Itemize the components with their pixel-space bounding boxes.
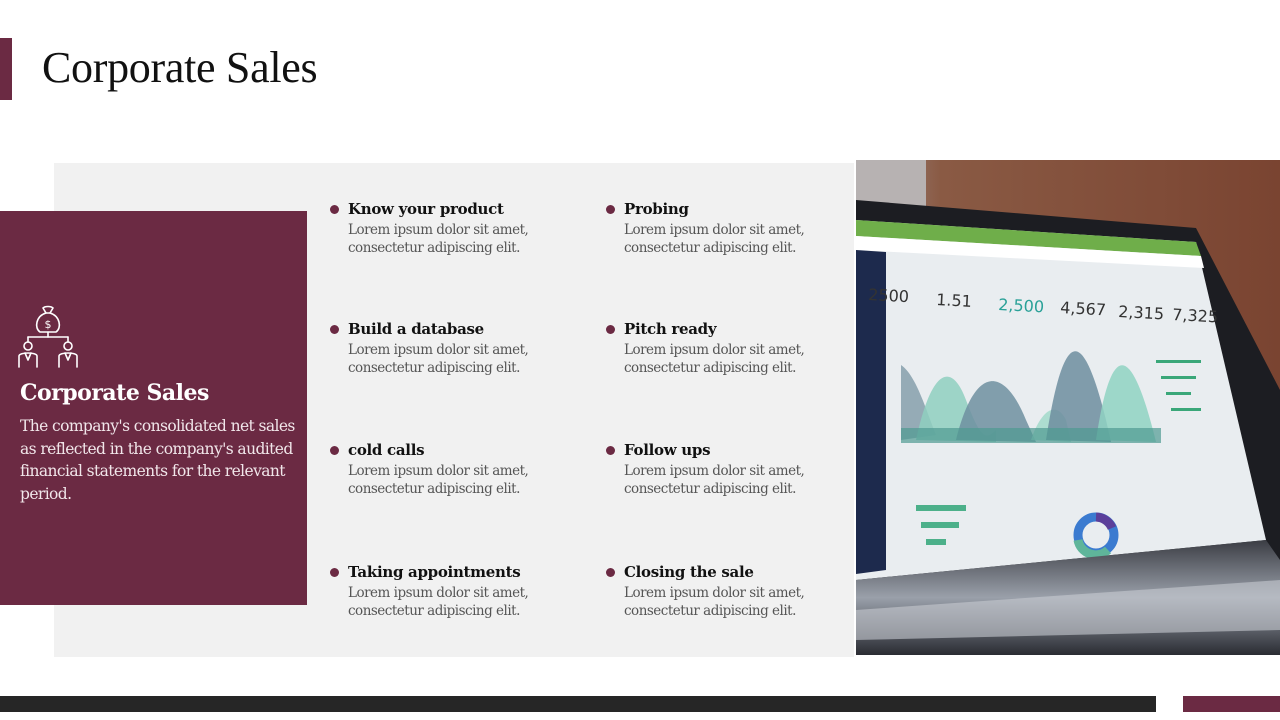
footer-bar: [0, 696, 1156, 712]
item-description: Lorem ipsum dolor sit amet, consectetur …: [348, 222, 529, 256]
svg-text:2,315: 2,315: [1118, 302, 1165, 323]
item-description: Lorem ipsum dolor sit amet, consectetur …: [624, 585, 805, 619]
item-description: Lorem ipsum dolor sit amet, consectetur …: [348, 342, 529, 376]
item-description: Lorem ipsum dolor sit amet, consectetur …: [624, 463, 805, 497]
item-description: Lorem ipsum dolor sit amet, consectetur …: [624, 222, 805, 256]
svg-text:7,325: 7,325: [1172, 305, 1219, 326]
page-title: Corporate Sales: [42, 43, 318, 92]
svg-text:2500: 2500: [868, 285, 910, 306]
item-description: Lorem ipsum dolor sit amet, consectetur …: [348, 585, 529, 619]
svg-text:2,500: 2,500: [998, 295, 1045, 316]
bullet-icon: [606, 568, 615, 577]
bullet-icon: [330, 325, 339, 334]
bullet-icon: [330, 446, 339, 455]
summary-panel: [0, 211, 307, 605]
money-bag-hierarchy-icon: $: [18, 305, 78, 368]
svg-text:4,567: 4,567: [1060, 298, 1107, 319]
item-description: Lorem ipsum dolor sit amet, consectetur …: [624, 342, 805, 376]
item-title: Probing: [624, 200, 689, 218]
item-title: Follow ups: [624, 441, 711, 459]
item-description: Lorem ipsum dolor sit amet, consectetur …: [348, 463, 529, 497]
item-title: Build a database: [348, 320, 484, 338]
bullet-icon: [606, 325, 615, 334]
item-title: cold calls: [348, 441, 425, 459]
item-title: Know your product: [348, 200, 504, 218]
item-title: Taking appointments: [348, 563, 521, 581]
svg-text:1.51: 1.51: [936, 290, 973, 311]
item-title: Pitch ready: [624, 320, 717, 338]
laptop-dashboard-photo: 2500 1.51 2,500 4,567 2,315 7,325: [856, 160, 1280, 655]
item-title: Closing the sale: [624, 563, 754, 581]
laptop-illustration: 2500 1.51 2,500 4,567 2,315 7,325: [856, 160, 1280, 655]
bullet-icon: [606, 446, 615, 455]
svg-text:$: $: [45, 318, 52, 331]
bullet-icon: [330, 205, 339, 214]
bullet-icon: [606, 205, 615, 214]
summary-title: Corporate Sales: [20, 380, 209, 406]
bullet-icon: [330, 568, 339, 577]
title-accent-bar: [0, 38, 12, 100]
footer-accent-bar: [1183, 696, 1280, 712]
summary-description: The company's consolidated net sales as …: [20, 417, 295, 503]
